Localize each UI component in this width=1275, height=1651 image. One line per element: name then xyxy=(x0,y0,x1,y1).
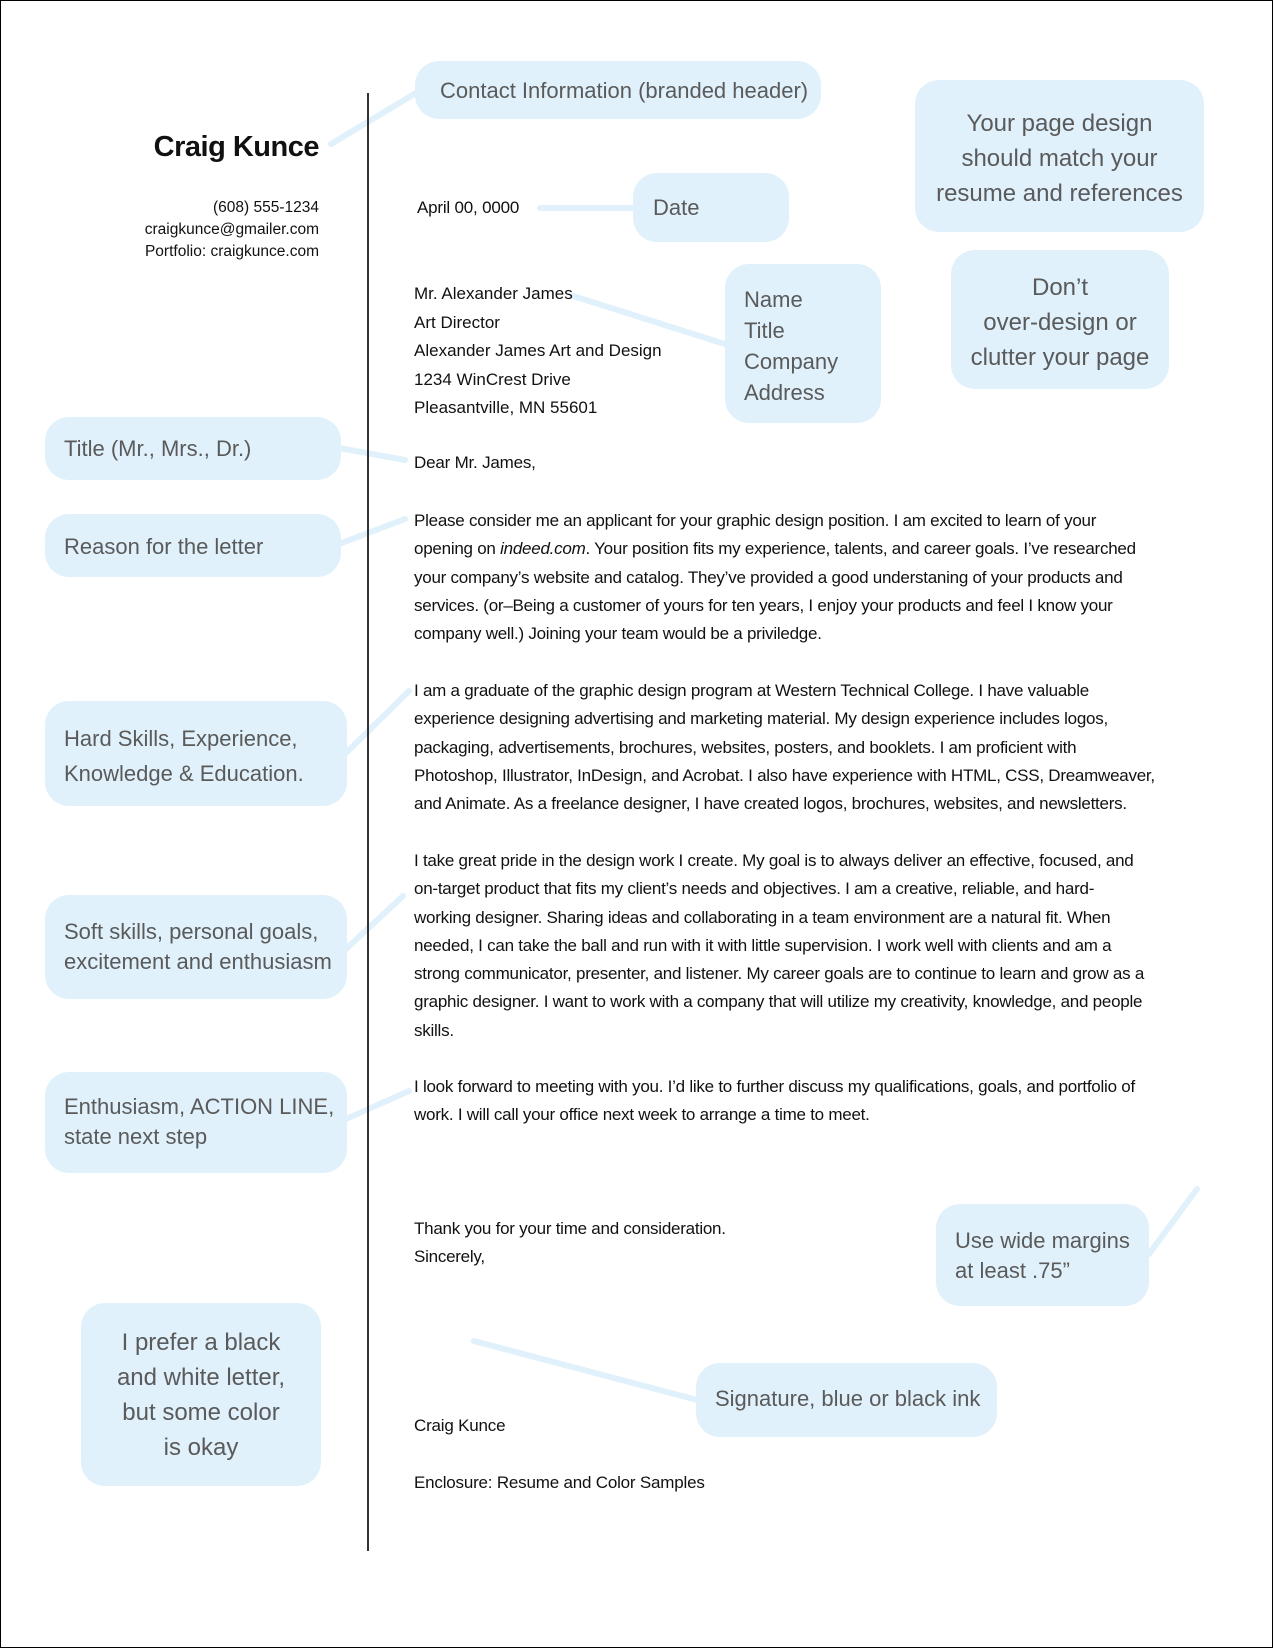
callout-text: and white letter, xyxy=(116,1364,286,1391)
connector-signature xyxy=(471,1338,704,1404)
callout-design-match: Your page design should match your resum… xyxy=(915,80,1204,232)
paragraph-line: I take great pride in the design work I … xyxy=(414,851,1134,870)
vertical-divider xyxy=(367,93,369,1551)
website-reference: indeed.com xyxy=(500,539,586,559)
paragraph-soft-skills: I take great pride in the design work I … xyxy=(414,847,1164,1045)
callout-text: Address xyxy=(744,380,825,405)
callout-title: Title (Mr., Mrs., Dr.) xyxy=(45,417,341,480)
callout-text: Signature, blue or black ink xyxy=(715,1386,981,1411)
paragraph-line: graphic designer. I want to work with a … xyxy=(414,992,1143,1012)
text-run: opening on xyxy=(414,539,501,559)
paragraph-line: needed, I can take the ball and run with… xyxy=(414,935,1112,955)
callout-contact-info: Contact Information (branded header) xyxy=(415,61,821,119)
letter-date: April 00, 0000 xyxy=(417,198,520,217)
callout-text: Soft skills, personal goals, xyxy=(64,919,319,944)
callout-text: state next step xyxy=(64,1124,208,1149)
recipient-title: Art Director xyxy=(414,312,500,332)
paragraph-line: working designer. Sharing ideas and coll… xyxy=(414,907,1111,927)
enclosure-line: Enclosure: Resume and Color Samples xyxy=(414,1473,705,1492)
recipient-street: 1234 WinCrest Drive xyxy=(414,369,571,389)
paragraph-line: packaging, advertisements, brochures, we… xyxy=(414,737,1077,757)
paragraph-line: company well.) Joining your team would b… xyxy=(414,624,822,644)
callout-text: at least .75” xyxy=(955,1258,1070,1283)
sender-phone: (608) 555-1234 xyxy=(213,199,319,216)
paragraph-line: I look forward to meeting with you. I’d … xyxy=(414,1077,1135,1096)
paragraph-intro: Please consider me an applicant for your… xyxy=(414,507,1164,648)
salutation: Dear Mr. James, xyxy=(414,453,536,472)
paragraph-line: experience designing advertising and mar… xyxy=(414,709,1108,729)
callout-text: should match your xyxy=(961,145,1158,172)
paragraph-line: strong communicator, presenter, and list… xyxy=(414,964,1145,984)
callout-hard-skills: Hard Skills, Experience, Knowledge & Edu… xyxy=(45,701,347,806)
paragraph-line: work. I will call your office next week … xyxy=(414,1105,870,1125)
callout-action-line: Enthusiasm, ACTION LINE, state next step xyxy=(45,1072,347,1173)
callout-text: Enthusiasm, ACTION LINE, xyxy=(64,1094,335,1119)
callout-text: Title xyxy=(744,318,785,343)
connector-reason xyxy=(336,516,408,547)
callout-text: clutter your page xyxy=(970,344,1150,371)
callout-text: over-design or xyxy=(983,309,1137,336)
callout-text: Date xyxy=(653,195,700,220)
recipient-company: Alexander James Art and Design xyxy=(414,341,662,360)
connector-contact xyxy=(328,90,419,147)
sender-portfolio: Portfolio: craigkunce.com xyxy=(144,243,319,260)
callout-text: Your page design xyxy=(966,110,1153,137)
paragraph-line: your company’s website and catalog. They… xyxy=(414,567,1123,587)
callout-signature: Signature, blue or black ink xyxy=(696,1363,997,1437)
callout-soft-skills: Soft skills, personal goals, excitement … xyxy=(45,895,347,999)
paragraph-line: opening on indeed.com. Your position fit… xyxy=(414,535,1164,563)
connector-action xyxy=(343,1088,412,1122)
callout-text: Knowledge & Education. xyxy=(64,761,304,786)
callout-reason: Reason for the letter xyxy=(45,514,341,577)
connector-title xyxy=(336,445,408,463)
sender-email: craigkunce@gmailer.com xyxy=(144,221,319,238)
callout-text: resume and references xyxy=(936,180,1183,207)
callout-text: excitement and enthusiasm xyxy=(64,949,332,974)
callout-text: Don’t xyxy=(1031,274,1089,301)
paragraph-action: I look forward to meeting with you. I’d … xyxy=(414,1073,1164,1130)
connector-hard-skills xyxy=(343,688,412,756)
callout-inside-address: Name Title Company Address xyxy=(725,264,881,423)
sender-contact: (608) 555-1234 craigkunce@gmailer.com Po… xyxy=(145,197,319,263)
callout-date: Date xyxy=(633,173,789,242)
callout-text: is okay xyxy=(163,1434,239,1461)
callout-margins: Use wide margins at least .75” xyxy=(936,1204,1149,1306)
callout-color: I prefer a black and white letter, but s… xyxy=(81,1303,321,1486)
callout-text: Title (Mr., Mrs., Dr.) xyxy=(64,436,252,461)
inside-address: Mr. Alexander James Art Director Alexand… xyxy=(414,280,662,423)
paragraph-line: Photoshop, Illustrator, InDesign, and Ac… xyxy=(414,765,1155,785)
typed-signature: Craig Kunce xyxy=(414,1416,506,1435)
paragraph-line: I am a graduate of the graphic design pr… xyxy=(414,681,1089,700)
callout-dont-overdesign: Don’t over-design or clutter your page xyxy=(951,250,1169,389)
callout-text: Use wide margins xyxy=(955,1228,1130,1253)
paragraph-line: on-target product that fits my client’s … xyxy=(414,879,1095,899)
callout-text: Hard Skills, Experience, xyxy=(64,726,298,751)
paragraph-line: skills. xyxy=(414,1020,454,1040)
callout-text: but some color xyxy=(122,1399,280,1426)
paragraph-hard-skills: I am a graduate of the graphic design pr… xyxy=(414,677,1164,818)
callout-text: I prefer a black xyxy=(121,1329,281,1356)
connector-soft-skills xyxy=(343,893,406,952)
paragraph-line: services. (or–Being a customer of yours … xyxy=(414,595,1113,615)
paragraph-line: and Animate. As a freelance designer, I … xyxy=(414,794,1127,814)
sender-name: Craig Kunce xyxy=(153,131,320,163)
recipient-city: Pleasantville, MN 55601 xyxy=(414,398,598,417)
callout-text: Name xyxy=(744,287,803,312)
callout-text: Reason for the letter xyxy=(64,534,264,559)
letter-page: Craig Kunce (608) 555-1234 craigkunce@gm… xyxy=(0,0,1273,1648)
callout-text: Contact Information (branded header) xyxy=(440,78,809,103)
recipient-name: Mr. Alexander James xyxy=(414,284,573,303)
text-run: . Your position fits my experience, tale… xyxy=(585,539,1137,559)
callout-text: Company xyxy=(744,349,839,374)
paragraph-line: Please consider me an applicant for your… xyxy=(414,511,1097,530)
